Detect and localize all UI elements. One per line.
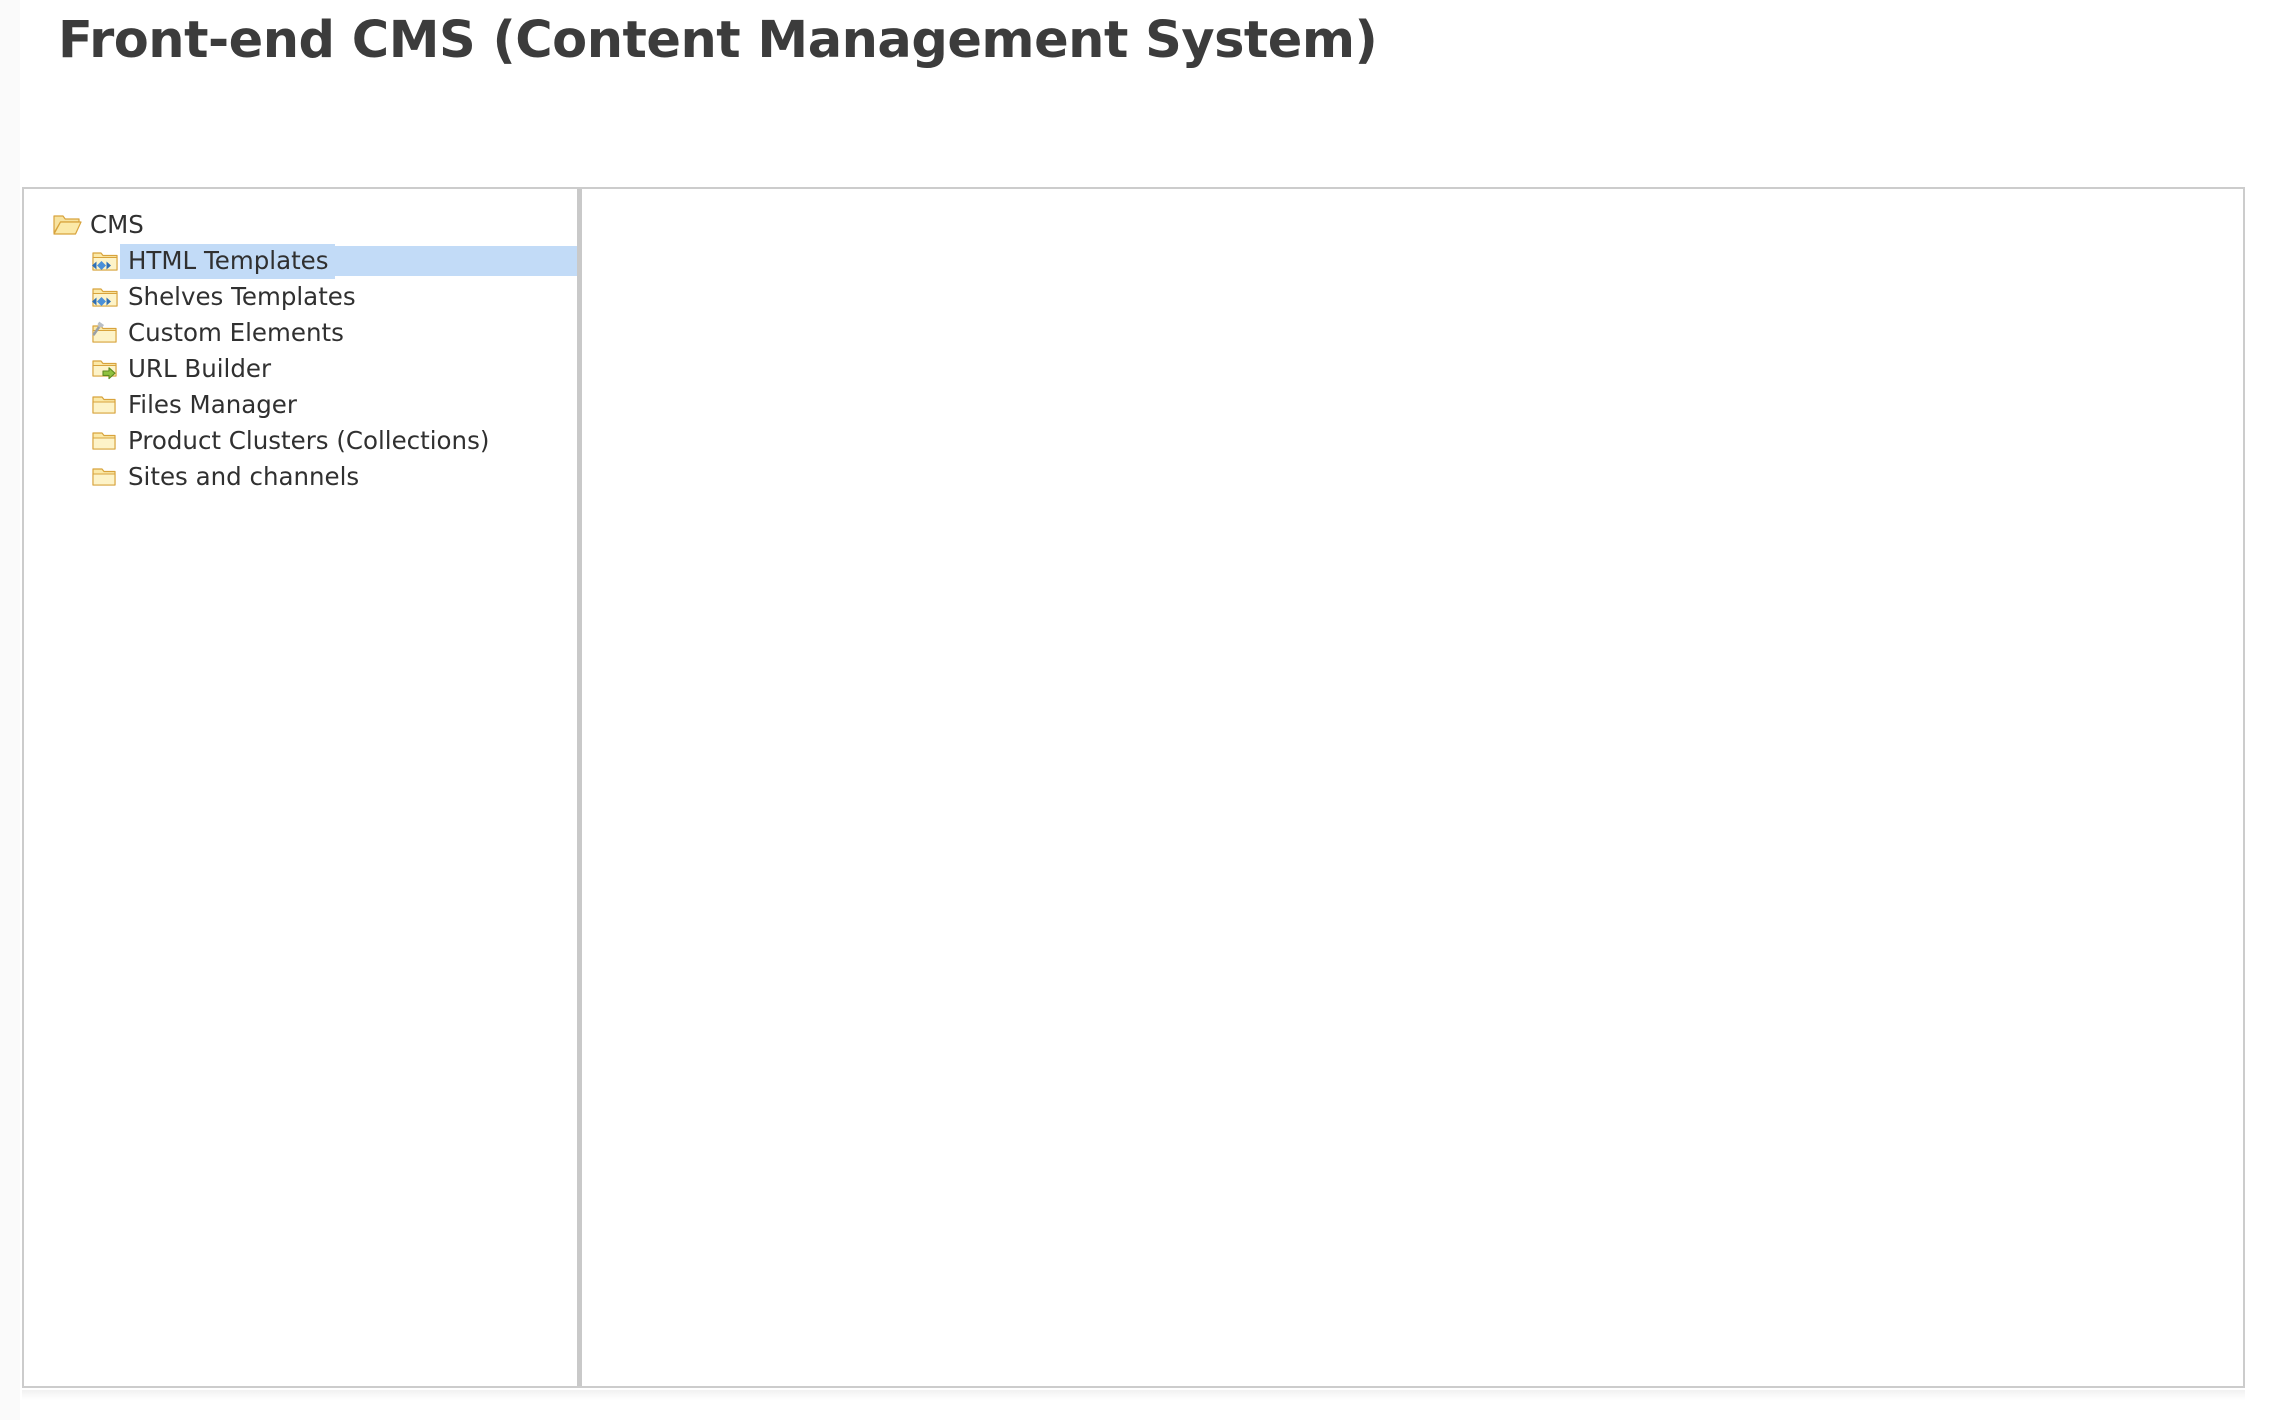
- folder-arrow-icon: [90, 355, 120, 383]
- tree-item-label: Product Clusters (Collections): [120, 424, 495, 459]
- folder-code-icon: [90, 247, 120, 275]
- tree-item-html-templates[interactable]: HTML Templates: [24, 243, 577, 279]
- cms-tree: CMS: [24, 189, 577, 495]
- tree-node-files-manager: Files Manager: [24, 387, 577, 423]
- cms-split-panel: CMS: [22, 187, 2245, 1388]
- page-title: Front-end CMS (Content Management System…: [58, 12, 1377, 71]
- app-root: Front-end CMS (Content Management System…: [0, 0, 2270, 1420]
- tree-item-cms[interactable]: CMS: [24, 207, 577, 243]
- tree-item-url-builder[interactable]: URL Builder: [24, 351, 577, 387]
- tree-node-custom-elements: Custom Elements: [24, 315, 577, 351]
- tree-item-sites-and-channels[interactable]: Sites and channels: [24, 459, 577, 495]
- folder-icon: [90, 427, 120, 455]
- tree-node-url-builder: URL Builder: [24, 351, 577, 387]
- folder-code-icon: [90, 283, 120, 311]
- tree-item-shelves-templates[interactable]: Shelves Templates: [24, 279, 577, 315]
- tree-item-custom-elements[interactable]: Custom Elements: [24, 315, 577, 351]
- tree-item-label: Custom Elements: [120, 316, 350, 351]
- tree-item-product-clusters[interactable]: Product Clusters (Collections): [24, 423, 577, 459]
- tree-item-label: URL Builder: [120, 352, 277, 387]
- folder-open-icon: [52, 211, 82, 239]
- tree-children: HTML Templates: [24, 243, 577, 495]
- tree-item-files-manager[interactable]: Files Manager: [24, 387, 577, 423]
- folder-wrench-icon: [90, 319, 120, 347]
- tree-node-product-clusters: Product Clusters (Collections): [24, 423, 577, 459]
- tree-node-shelves-templates: Shelves Templates: [24, 279, 577, 315]
- tree-item-label: HTML Templates: [120, 244, 335, 279]
- cms-content-pane[interactable]: [582, 189, 2243, 1386]
- panel-drop-shadow: [22, 1390, 2245, 1400]
- tree-item-label: Sites and channels: [120, 460, 365, 495]
- folder-icon: [90, 391, 120, 419]
- tree-item-label: CMS: [82, 208, 150, 243]
- tree-node-sites-and-channels: Sites and channels: [24, 459, 577, 495]
- tree-node-html-templates: HTML Templates: [24, 243, 577, 279]
- left-gutter: [0, 0, 20, 1420]
- tree-item-label: Shelves Templates: [120, 280, 362, 315]
- tree-node-root: CMS: [24, 207, 577, 495]
- tree-item-label: Files Manager: [120, 388, 303, 423]
- cms-tree-pane: CMS: [24, 189, 577, 1386]
- folder-icon: [90, 463, 120, 491]
